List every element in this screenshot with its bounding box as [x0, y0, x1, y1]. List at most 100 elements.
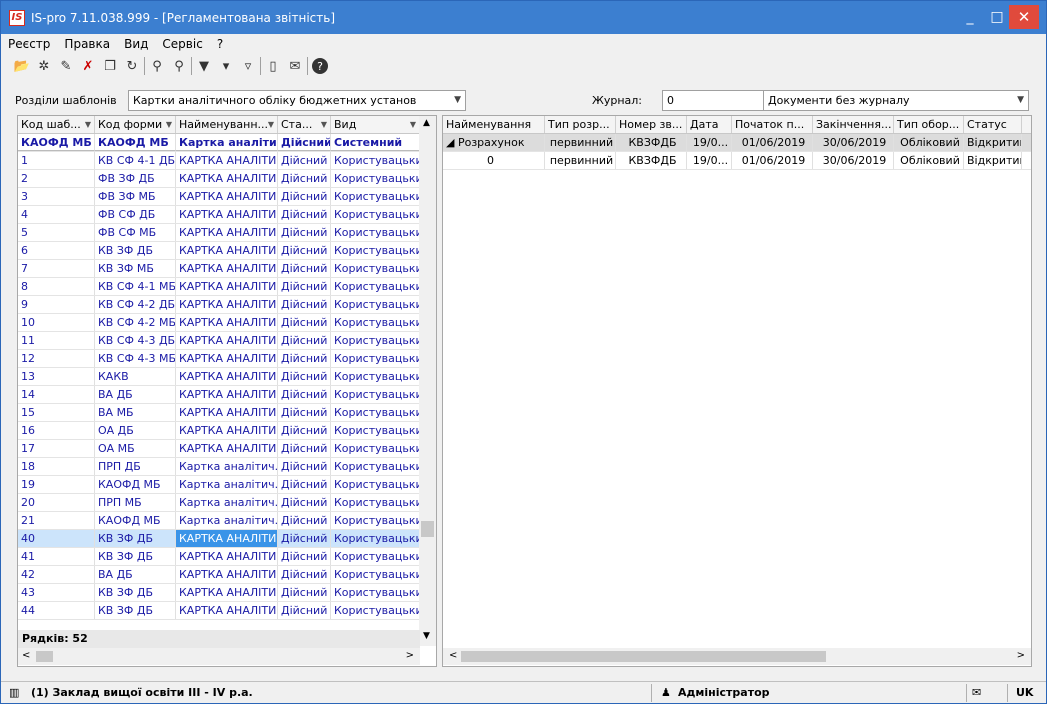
chevron-down-icon[interactable]: ▼ [410, 116, 416, 133]
table-row[interactable]: 9 КВ СФ 4-2 ДБ КАРТКА АНАЛІТИ... Дійсний Кор… [18, 296, 436, 314]
document-icon[interactable]: ▯ [262, 55, 284, 77]
table-row[interactable]: ◢ Розрахунок первинний КВЗФДБ 19/0... 01/06/… [443, 134, 1031, 152]
column-header-1[interactable]: Тип розр... [545, 116, 616, 133]
toolbar-separator [260, 57, 261, 75]
menu-edit[interactable]: Правка [57, 37, 117, 51]
filter-row[interactable]: КАОФД МБКАОФД МБКартка аналіти...Дійсний… [18, 134, 436, 152]
column-header-3[interactable]: Ста... ▼ [278, 116, 331, 133]
table-row[interactable]: 13 КАКВ КАРТКА АНАЛІТИ... Дійсний Користувац… [18, 368, 436, 386]
maximize-button[interactable]: □ [983, 5, 1011, 29]
menu-service[interactable]: Сервіс [155, 37, 209, 51]
vertical-scrollbar[interactable]: ▲ ▼ [419, 116, 436, 646]
filter-icon[interactable]: ▼ [193, 55, 215, 77]
table-row[interactable]: 11 КВ СФ 4-3 ДБ КАРТКА АНАЛІТИ... Дійсний Ко… [18, 332, 436, 350]
chevron-down-icon[interactable]: ▼ [166, 116, 172, 133]
table-row[interactable]: 19 КАОФД МБ Картка аналітич... Дійсний Корис… [18, 476, 436, 494]
mail-icon[interactable]: ✉ [284, 55, 306, 77]
table-row[interactable]: 15 ВА МБ КАРТКА АНАЛІТИ... Дійсний Користува… [18, 404, 436, 422]
horizontal-scrollbar[interactable]: < > [18, 648, 420, 665]
table-row[interactable]: 0 первинний КВЗФДБ 19/0... 01/06/2019 30/06/2… [443, 152, 1031, 170]
table-row[interactable]: 8 КВ СФ 4-1 МБ КАРТКА АНАЛІТИ... Дійсний Кор… [18, 278, 436, 296]
chevron-down-icon[interactable]: ▼ [423, 631, 430, 641]
cell: 01/06/2019 [732, 134, 813, 151]
cell: КВ ЗФ ДБ [95, 242, 176, 259]
horizontal-scrollbar[interactable]: < > [443, 648, 1031, 665]
table-row[interactable]: 20 ПРП МБ Картка аналітич... Дійсний Користу… [18, 494, 436, 512]
copy-icon[interactable]: ❐ [99, 55, 121, 77]
table-row[interactable]: 21 КАОФД МБ Картка аналітич... Дійсний Корис… [18, 512, 436, 530]
scrollbar-thumb[interactable] [421, 521, 434, 537]
column-header-4[interactable]: Початок п... [732, 116, 813, 133]
column-header-0[interactable]: Код шаб... ▼ [18, 116, 95, 133]
language-indicator[interactable]: UK [1016, 684, 1033, 702]
cell: 13 [18, 368, 95, 385]
chevron-down-icon[interactable]: ▼ [1017, 91, 1024, 110]
chevron-down-icon[interactable]: ▼ [268, 116, 274, 133]
chevron-up-icon[interactable]: ▲ [423, 118, 430, 128]
cell: Дійсний [278, 548, 331, 565]
sections-combo[interactable]: Картки аналітичного обліку бюджетних уст… [128, 90, 466, 111]
chevron-right-icon[interactable]: > [406, 650, 414, 661]
table-row[interactable]: 7 КВ ЗФ МБ КАРТКА АНАЛІТИ... Дійсний Користу… [18, 260, 436, 278]
menu-help[interactable]: ? [210, 37, 230, 51]
minimize-button[interactable]: _ [956, 5, 984, 29]
chevron-down-icon[interactable]: ▼ [321, 116, 327, 133]
column-header-2[interactable]: Найменуванн... ▼ [176, 116, 278, 133]
help-icon[interactable]: ? [312, 58, 328, 74]
cell: КВ ЗФ ДБ [95, 602, 176, 619]
table-row[interactable]: 14 ВА ДБ КАРТКА АНАЛІТИ... Дійсний Користува… [18, 386, 436, 404]
find-next-icon[interactable]: ⚲ [168, 55, 190, 77]
column-header-5[interactable]: Закінчення... [813, 116, 894, 133]
table-row[interactable]: 43 КВ ЗФ ДБ КАРТКА АНАЛІТИ... Дійсний Корист… [18, 584, 436, 602]
chevron-right-icon[interactable]: > [1017, 650, 1025, 661]
column-header-0[interactable]: Найменування [443, 116, 545, 133]
table-row[interactable]: 42 ВА ДБ КАРТКА АНАЛІТИ... Дійсний Користува… [18, 566, 436, 584]
table-row[interactable]: 40 КВ ЗФ ДБ КАРТКА АНАЛІТИ... Дійсний Корист… [18, 530, 436, 548]
find-icon[interactable]: ⚲ [146, 55, 168, 77]
cell: Картка аналітич... [176, 494, 278, 511]
menu-registry[interactable]: Реєстр [1, 37, 57, 51]
chevron-down-icon[interactable]: ▼ [454, 91, 461, 110]
table-row[interactable]: 17 ОА МБ КАРТКА АНАЛІТИ... Дійсний Користува… [18, 440, 436, 458]
cell: КАРТКА АНАЛІТИ... [176, 368, 278, 385]
column-header-6[interactable]: Тип обор... [894, 116, 964, 133]
table-row[interactable]: 41 КВ ЗФ ДБ КАРТКА АНАЛІТИ... Дійсний Корист… [18, 548, 436, 566]
table-row[interactable]: 6 КВ ЗФ ДБ КАРТКА АНАЛІТИ... Дійсний Користу… [18, 242, 436, 260]
delete-icon[interactable]: ✗ [77, 55, 99, 77]
mail-icon[interactable]: ✉ [972, 684, 981, 702]
filter-set-icon[interactable]: ▾ [215, 55, 237, 77]
table-row[interactable]: 5 ФВ СФ МБ КАРТКА АНАЛІТИ... Дійсний Користу… [18, 224, 436, 242]
edit-icon[interactable]: ✎ [55, 55, 77, 77]
table-row[interactable]: 2 ФВ ЗФ ДБ КАРТКА АНАЛІТИ... Дійсний Користу… [18, 170, 436, 188]
column-header-4[interactable]: Вид ▼ [331, 116, 420, 133]
table-row[interactable]: 44 КВ ЗФ ДБ КАРТКА АНАЛІТИ... Дійсний Корист… [18, 602, 436, 620]
scrollbar-thumb[interactable] [36, 651, 53, 662]
cell: КАРТКА АНАЛІТИ... [176, 566, 278, 583]
filter-clear-icon[interactable]: ▿ [237, 55, 259, 77]
menu-view[interactable]: Вид [117, 37, 155, 51]
scrollbar-thumb[interactable] [461, 651, 826, 662]
refresh-icon[interactable]: ↻ [121, 55, 143, 77]
journal-number-field[interactable]: 0 [662, 90, 764, 111]
table-row[interactable]: 18 ПРП ДБ Картка аналітич... Дійсний Користу… [18, 458, 436, 476]
table-row[interactable]: 12 КВ СФ 4-3 МБ КАРТКА АНАЛІТИ... Дійсний Ко… [18, 350, 436, 368]
column-header-7[interactable]: Статус [964, 116, 1022, 133]
chevron-down-icon[interactable]: ▼ [85, 116, 91, 133]
journal-combo[interactable]: Документи без журналу ▼ [763, 90, 1029, 111]
cell: Дійсний [278, 206, 331, 223]
table-row[interactable]: 10 КВ СФ 4-2 МБ КАРТКА АНАЛІТИ... Дійсний Ко… [18, 314, 436, 332]
column-header-3[interactable]: Дата [687, 116, 732, 133]
chevron-left-icon[interactable]: < [22, 650, 30, 661]
cell: ВА ДБ [95, 566, 176, 583]
cell: Дійсний [278, 530, 331, 547]
table-row[interactable]: 4 ФВ СФ ДБ КАРТКА АНАЛІТИ... Дійсний Користу… [18, 206, 436, 224]
table-row[interactable]: 3 ФВ ЗФ МБ КАРТКА АНАЛІТИ... Дійсний Користу… [18, 188, 436, 206]
table-row[interactable]: 1 КВ СФ 4-1 ДБ КАРТКА АНАЛІТИ... Дійсний Кор… [18, 152, 436, 170]
chevron-left-icon[interactable]: < [449, 650, 457, 661]
close-button[interactable]: ✕ [1009, 5, 1039, 29]
column-header-1[interactable]: Код форми ▼ [95, 116, 176, 133]
open-icon[interactable]: 📂 [11, 55, 33, 77]
new-icon[interactable]: ✲ [33, 55, 55, 77]
table-row[interactable]: 16 ОА ДБ КАРТКА АНАЛІТИ... Дійсний Користува… [18, 422, 436, 440]
column-header-2[interactable]: Номер зв... [616, 116, 687, 133]
